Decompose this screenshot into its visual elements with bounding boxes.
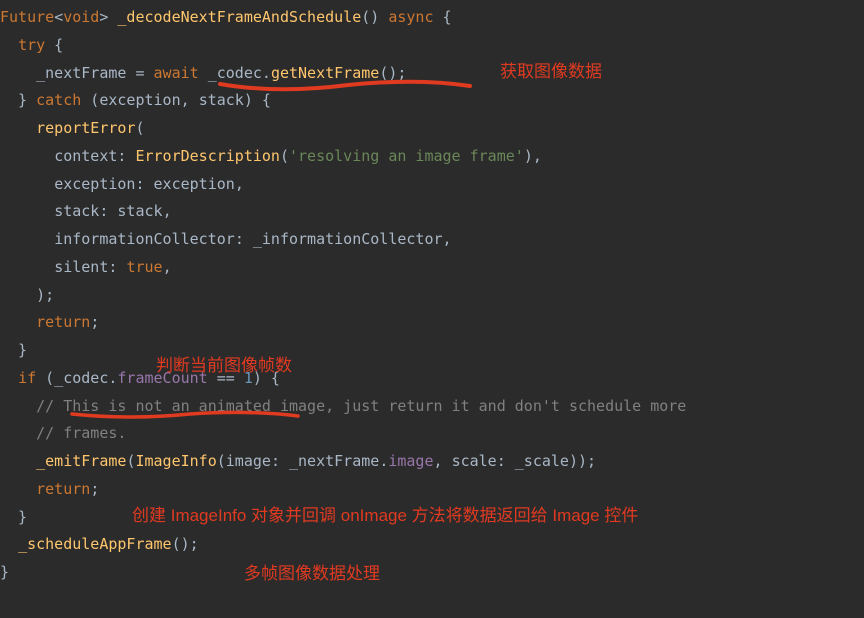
comment: // This is not an animated image, just r…: [36, 397, 686, 415]
keyword-if: if: [18, 369, 36, 387]
comment: // frames.: [36, 424, 126, 442]
number-literal: 1: [244, 369, 253, 387]
keyword-return: return: [36, 313, 90, 331]
field-framecount: frameCount: [117, 369, 207, 387]
keyword-future: Future: [0, 8, 54, 26]
fn-imageinfo: ImageInfo: [135, 452, 216, 470]
keyword-try: try: [18, 36, 45, 54]
code-block: Future<void> _decodeNextFrameAndSchedule…: [0, 0, 864, 587]
fn-decode: _decodeNextFrameAndSchedule: [117, 8, 361, 26]
fn-reporterror: reportError: [36, 119, 135, 137]
var-nextframe: _nextFrame: [36, 64, 126, 82]
keyword-return: return: [36, 480, 90, 498]
fn-emitframe: _emitFrame: [36, 452, 126, 470]
fn-getnextframe: getNextFrame: [271, 64, 379, 82]
keyword-void: void: [63, 8, 99, 26]
literal-true: true: [126, 258, 162, 276]
keyword-async: async: [388, 8, 433, 26]
var-codec: _codec: [208, 64, 262, 82]
keyword-await: await: [154, 64, 199, 82]
fn-scheduleappframe: _scheduleAppFrame: [18, 535, 172, 553]
fn-errordesc: ErrorDescription: [135, 147, 280, 165]
keyword-catch: catch: [36, 91, 81, 109]
string-literal: 'resolving an image frame': [289, 147, 524, 165]
